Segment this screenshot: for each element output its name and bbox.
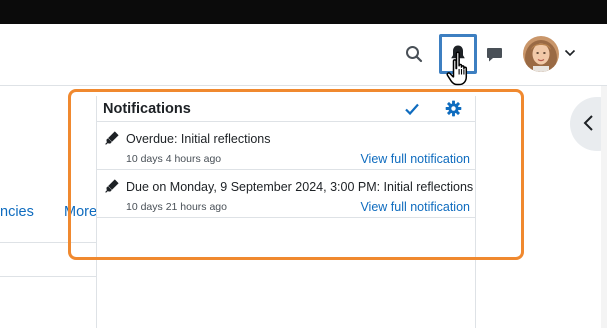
marker-icon (105, 179, 119, 193)
popover-title: Notifications (103, 101, 191, 117)
scrollbar[interactable] (601, 86, 607, 328)
user-menu-toggle[interactable] (563, 46, 577, 60)
tab-competencies[interactable]: ncies (0, 204, 34, 220)
messages-button[interactable] (482, 42, 506, 66)
notification-time: 10 days 21 hours ago (126, 201, 227, 213)
notification-text: Due on Monday, 9 September 2024, 3:00 PM… (126, 180, 474, 194)
user-avatar[interactable] (523, 36, 559, 72)
view-full-notification-link[interactable]: View full notification (360, 152, 470, 166)
notifications-popover: Notifications Overdue: Initial reflectio… (96, 96, 476, 328)
chevron-left-icon (583, 115, 593, 131)
notification-time: 10 days 4 hours ago (126, 153, 222, 165)
search-button[interactable] (402, 42, 426, 66)
hand-cursor-icon (446, 51, 468, 86)
notification-text: Overdue: Initial reflections (126, 132, 271, 146)
check-icon[interactable] (404, 102, 420, 116)
navbar (0, 24, 607, 86)
avatar-image (523, 36, 559, 72)
marker-icon (105, 131, 119, 145)
notification-item[interactable]: Due on Monday, 9 September 2024, 3:00 PM… (97, 170, 475, 218)
view-full-notification-link[interactable]: View full notification (360, 200, 470, 214)
chat-icon (486, 47, 502, 61)
search-icon (406, 46, 423, 63)
chevron-down-icon (564, 49, 576, 57)
page: ncies More Notifications Overdue: Initia… (0, 0, 607, 328)
gear-icon[interactable] (445, 100, 462, 117)
divider (0, 276, 96, 277)
popover-header: Notifications (97, 96, 475, 122)
divider (0, 242, 96, 243)
top-black-bar (0, 0, 607, 24)
notification-item[interactable]: Overdue: Initial reflections 10 days 4 h… (97, 122, 475, 170)
tab-more[interactable]: More (64, 204, 97, 220)
